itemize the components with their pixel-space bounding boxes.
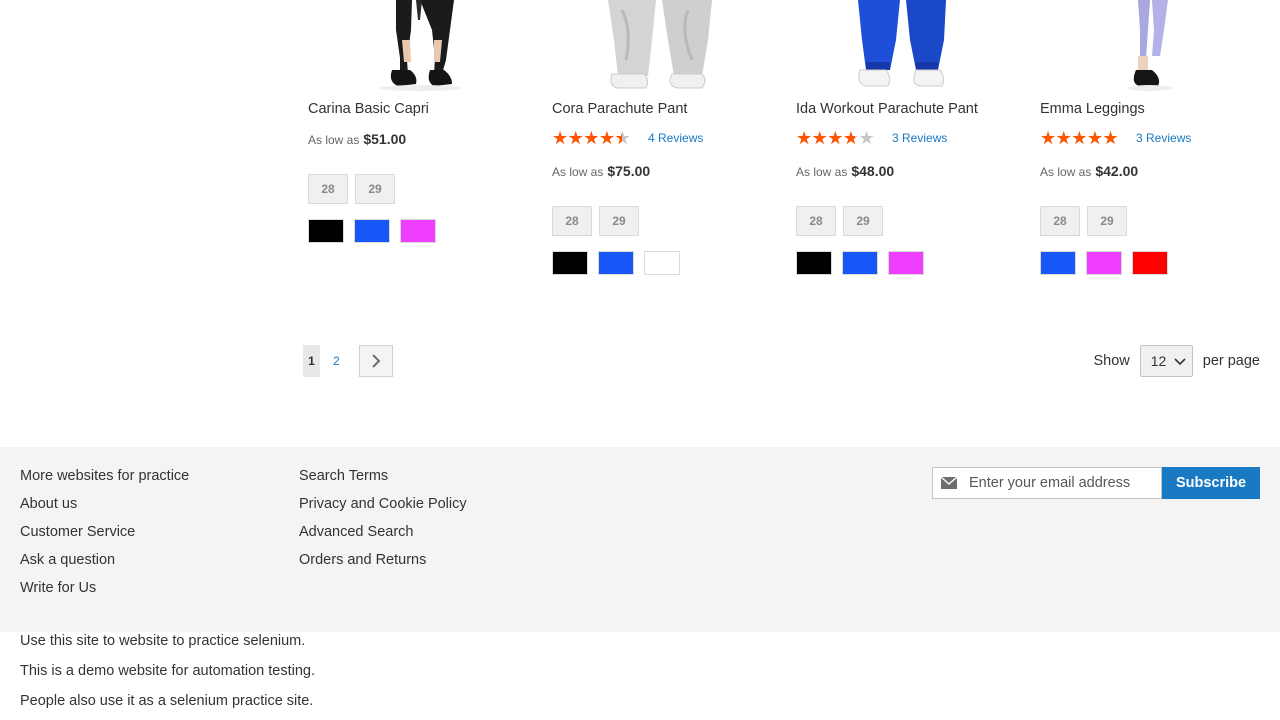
footer-link[interactable]: Write for Us: [20, 579, 189, 607]
product-name[interactable]: Ida Workout Parachute Pant: [796, 101, 978, 117]
limiter: Show 12 per page: [1093, 345, 1260, 377]
product-image[interactable]: [552, 0, 772, 92]
footer-link[interactable]: More websites for practice: [20, 467, 189, 495]
rating-stars: ★★★★★ ★★★★★: [796, 128, 875, 148]
chevron-right-icon: [371, 354, 381, 368]
color-options: [1040, 251, 1168, 275]
size-option[interactable]: 29: [843, 206, 883, 236]
footer-link[interactable]: Privacy and Cookie Policy: [299, 495, 467, 523]
size-options: 28 29: [308, 174, 395, 204]
product-name[interactable]: Carina Basic Capri: [308, 101, 429, 117]
price-prefix: As low as: [308, 133, 360, 147]
product-name[interactable]: Cora Parachute Pant: [552, 101, 687, 117]
footer-links-column-2: Search Terms Privacy and Cookie Policy A…: [299, 467, 467, 579]
color-options: [796, 251, 924, 275]
next-page-button[interactable]: [358, 345, 393, 377]
price-amount: $48.00: [851, 163, 895, 179]
pagination: 1 2: [303, 345, 393, 377]
newsletter-form: Subscribe: [932, 467, 1260, 499]
size-option[interactable]: 28: [552, 206, 592, 236]
subscribe-button[interactable]: Subscribe: [1162, 467, 1260, 499]
envelope-icon: [941, 477, 957, 489]
limiter-show-label: Show: [1093, 353, 1130, 369]
product-name[interactable]: Emma Leggings: [1040, 101, 1145, 117]
size-option[interactable]: 28: [1040, 206, 1080, 236]
newsletter-email-input[interactable]: [969, 475, 1149, 491]
note-text: This is a demo website for automation te…: [20, 663, 315, 679]
footer-link[interactable]: Search Terms: [299, 467, 467, 495]
color-swatch-black[interactable]: [796, 251, 832, 275]
footer-link[interactable]: About us: [20, 495, 189, 523]
size-option[interactable]: 28: [308, 174, 348, 204]
size-option[interactable]: 29: [355, 174, 395, 204]
chevron-down-icon: [1174, 358, 1186, 366]
price-prefix: As low as: [796, 165, 848, 179]
per-page-select[interactable]: 12: [1139, 345, 1193, 377]
page-current: 1: [303, 345, 320, 377]
size-options: 28 29: [796, 206, 883, 236]
footer-link[interactable]: Ask a question: [20, 551, 189, 579]
rating-stars: ★★★★★ ★★★★★: [552, 128, 631, 148]
price-amount: $42.00: [1095, 163, 1139, 179]
color-swatch-blue[interactable]: [354, 219, 390, 243]
color-swatch-black[interactable]: [552, 251, 588, 275]
color-swatch-black[interactable]: [308, 219, 344, 243]
color-swatch-blue[interactable]: [598, 251, 634, 275]
note-text: People also use it as a selenium practic…: [20, 693, 314, 709]
footer-link[interactable]: Customer Service: [20, 523, 189, 551]
price-amount: $75.00: [607, 163, 651, 179]
price-prefix: As low as: [1040, 165, 1092, 179]
product-image[interactable]: [1040, 0, 1260, 92]
product-image[interactable]: [308, 0, 528, 92]
page-footer: More websites for practice About us Cust…: [0, 447, 1280, 632]
note-text: Use this site to website to practice sel…: [20, 633, 306, 649]
price-prefix: As low as: [552, 165, 604, 179]
product-price: As low as $75.00: [552, 163, 650, 179]
color-swatch-red[interactable]: [1132, 251, 1168, 275]
price-amount: $51.00: [363, 131, 407, 147]
size-option[interactable]: 29: [1087, 206, 1127, 236]
rating-stars: ★★★★★ ★★★★★: [1040, 128, 1119, 148]
color-options: [308, 219, 436, 243]
size-option[interactable]: 28: [796, 206, 836, 236]
per-page-value: 12: [1150, 353, 1167, 369]
page-link-2[interactable]: 2: [333, 354, 340, 368]
size-options: 28 29: [1040, 206, 1127, 236]
color-swatch-white[interactable]: [644, 251, 680, 275]
product-rating: ★★★★★ ★★★★★ 4 Reviews: [552, 128, 703, 148]
footer-link[interactable]: Orders and Returns: [299, 551, 467, 579]
site-notes: Use this site to website to practice sel…: [20, 631, 315, 720]
footer-links-column-1: More websites for practice About us Cust…: [20, 467, 189, 607]
color-swatch-purple[interactable]: [400, 219, 436, 243]
product-price: As low as $42.00: [1040, 163, 1138, 179]
reviews-link[interactable]: 3 Reviews: [892, 131, 947, 145]
email-field-wrapper: [932, 467, 1162, 499]
color-swatch-blue[interactable]: [842, 251, 878, 275]
product-image[interactable]: [796, 0, 1016, 92]
reviews-link[interactable]: 4 Reviews: [648, 131, 703, 145]
footer-link[interactable]: Advanced Search: [299, 523, 467, 551]
limiter-suffix: per page: [1202, 353, 1260, 369]
color-swatch-purple[interactable]: [1086, 251, 1122, 275]
size-option[interactable]: 29: [599, 206, 639, 236]
color-swatch-purple[interactable]: [888, 251, 924, 275]
size-options: 28 29: [552, 206, 639, 236]
reviews-link[interactable]: 3 Reviews: [1136, 131, 1191, 145]
product-price: As low as $51.00: [308, 131, 406, 147]
product-rating: ★★★★★ ★★★★★ 3 Reviews: [1040, 128, 1191, 148]
product-price: As low as $48.00: [796, 163, 894, 179]
product-rating: ★★★★★ ★★★★★ 3 Reviews: [796, 128, 947, 148]
color-options: [552, 251, 680, 275]
color-swatch-blue[interactable]: [1040, 251, 1076, 275]
